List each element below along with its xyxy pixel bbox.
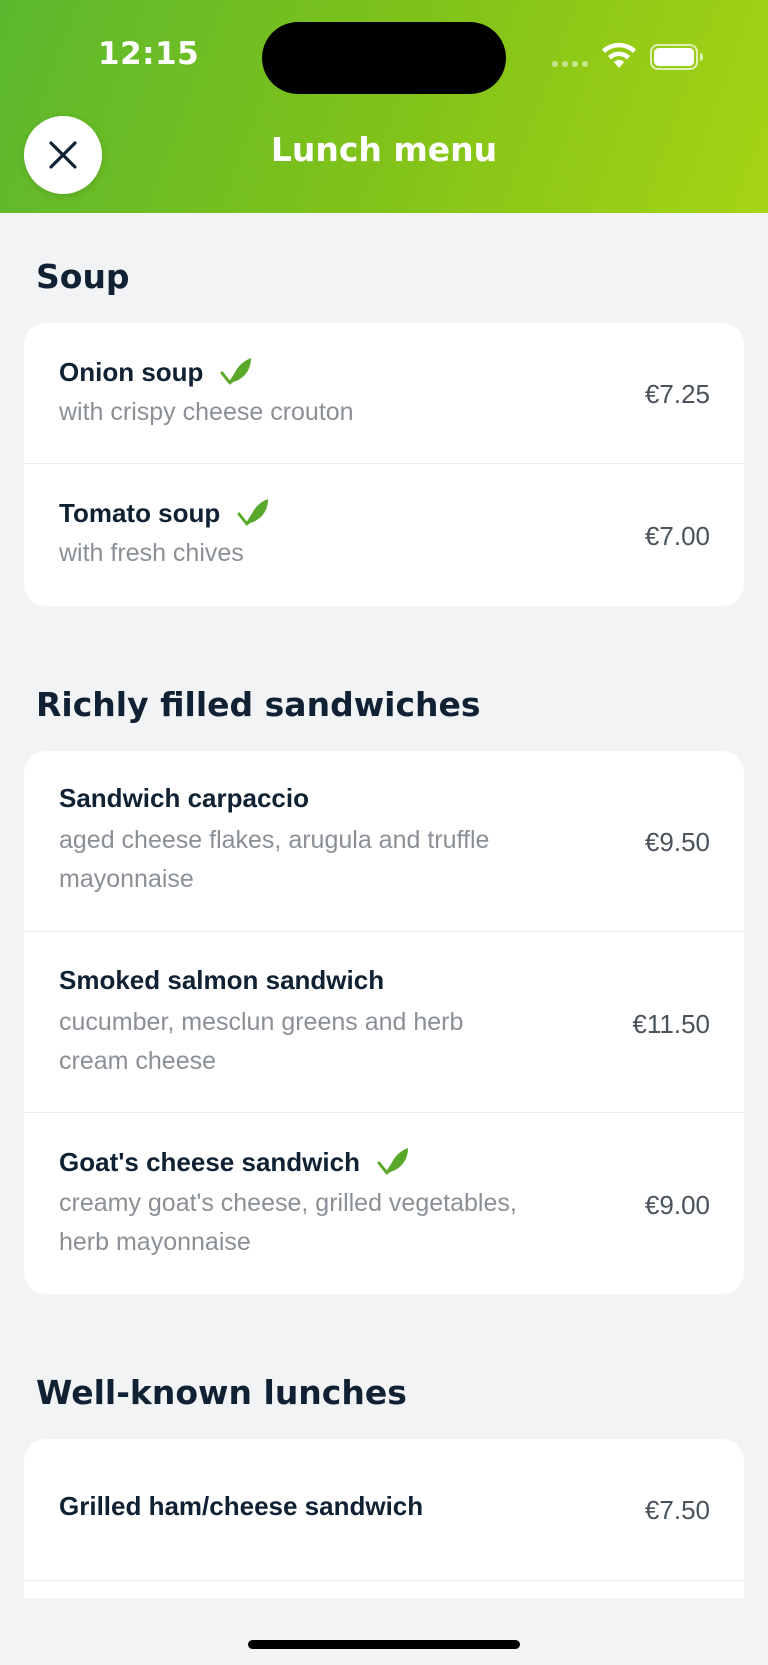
header: 12:15 Lunch menu <box>0 0 768 213</box>
leaf-icon <box>237 499 269 526</box>
item-description: creamy goat's cheese, grilled vegetables… <box>59 1189 517 1256</box>
item-name: Onion soup <box>59 356 204 387</box>
item-description: with fresh chives <box>59 539 244 567</box>
status-time: 12:15 <box>98 36 200 72</box>
item-price: €11.50 <box>632 1009 710 1039</box>
dynamic-island <box>262 22 506 94</box>
menu-item-tomato-soup[interactable]: Tomato soup with fresh chives €7.00 <box>24 464 744 606</box>
item-name: Sandwich carpaccio <box>59 783 309 813</box>
menu-item-smoked-salmon-sandwich[interactable]: Smoked salmon sandwich cucumber, mesclun… <box>24 932 744 1113</box>
section-title-sandwiches: Richly filled sandwiches <box>36 685 481 724</box>
wifi-icon <box>602 42 636 68</box>
lunch-menu-screen: 12:15 Lunch menu Soup Onion soup with cr… <box>0 0 768 1665</box>
menu-item-onion-soup[interactable]: Onion soup with crispy cheese crouton €7… <box>24 323 744 464</box>
item-name: Grilled ham/cheese sandwich <box>59 1491 424 1521</box>
section-title-soup: Soup <box>36 257 130 296</box>
section-title-lunches: Well-known lunches <box>36 1373 407 1412</box>
sandwiches-card: Sandwich carpaccio aged cheese flakes, a… <box>24 751 744 1294</box>
soup-card: Onion soup with crispy cheese crouton €7… <box>24 323 744 606</box>
battery-icon <box>650 44 703 70</box>
item-price: €7.50 <box>644 1495 710 1525</box>
item-description: with crispy cheese crouton <box>59 398 354 426</box>
item-price: €7.25 <box>644 379 710 409</box>
menu-item-grilled-ham-cheese-sandwich[interactable]: Grilled ham/cheese sandwich €7.50 <box>24 1439 744 1581</box>
leaf-icon <box>377 1148 408 1175</box>
page-title: Lunch menu <box>270 130 498 169</box>
item-price: €7.00 <box>644 521 710 551</box>
menu-item-goats-cheese-sandwich[interactable]: Goat's cheese sandwich creamy goat's che… <box>24 1113 744 1294</box>
leaf-icon <box>220 358 252 385</box>
item-name: Goat's cheese sandwich <box>59 1146 360 1177</box>
home-indicator[interactable] <box>248 1640 520 1649</box>
item-description: cucumber, mesclun greens and herb cream … <box>59 1008 464 1075</box>
item-description: aged cheese flakes, arugula and truffle … <box>59 826 490 893</box>
item-price: €9.00 <box>644 1190 710 1220</box>
item-name: Smoked salmon sandwich <box>59 965 385 995</box>
item-name: Tomato soup <box>59 497 221 528</box>
menu-item-sandwich-carpaccio[interactable]: Sandwich carpaccio aged cheese flakes, a… <box>24 751 744 932</box>
cellular-signal-icon <box>552 61 588 67</box>
item-price: €9.50 <box>644 827 710 857</box>
bottom-safe-area <box>0 1598 768 1665</box>
